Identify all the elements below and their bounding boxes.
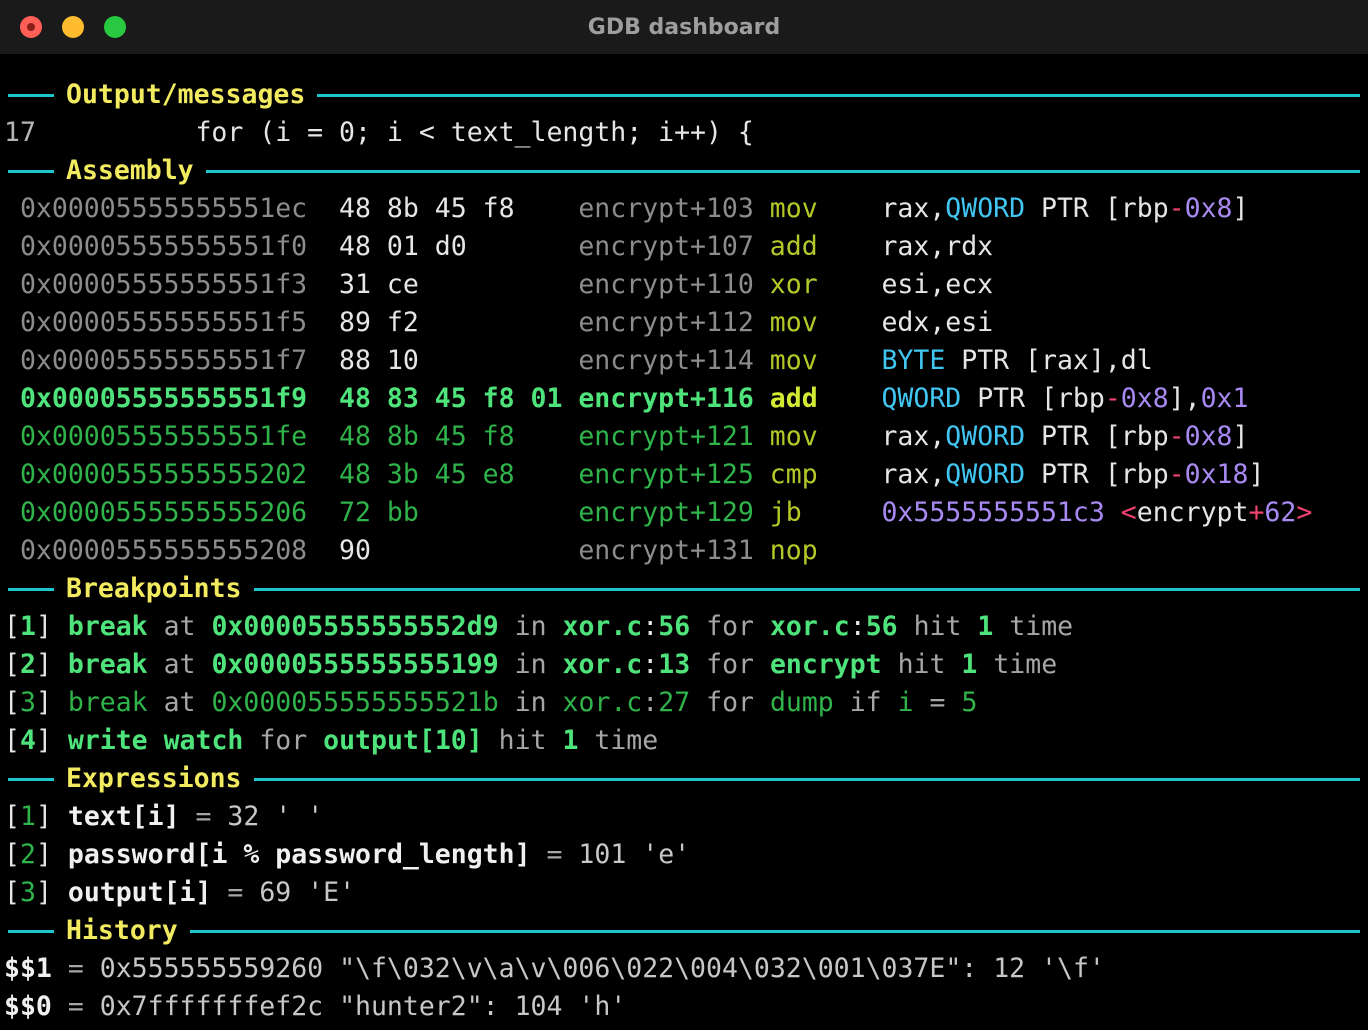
section-header-breakpoints: Breakpoints	[4, 570, 1360, 608]
divider-line	[317, 94, 1360, 97]
assembly-row: 0x00005555555551f331 ceencrypt+110xoresi…	[4, 266, 1360, 304]
divider-line	[206, 170, 1360, 173]
divider-line	[8, 588, 54, 591]
assembly-row: 0x00005555555551f048 01 d0encrypt+107add…	[4, 228, 1360, 266]
breakpoint-row: [1] break at 0x00005555555552d9 in xor.c…	[4, 608, 1360, 646]
expressions-rows: [1] text[i] = 32 ' '[2] password[i % pas…	[4, 798, 1360, 912]
section-header-output: Output/messages	[4, 76, 1360, 114]
section-title: Expressions	[66, 760, 242, 798]
section-header-history: History	[4, 912, 1360, 950]
terminal-window: GDB dashboard Output/messages 17 for (i …	[0, 0, 1368, 1030]
assembly-row: 0x000055555555520248 3b 45 e8encrypt+125…	[4, 456, 1360, 494]
assembly-row: 0x00005555555551ec48 8b 45 f8encrypt+103…	[4, 190, 1360, 228]
assembly-row: 0x00005555555551f948 83 45 f8 01encrypt+…	[4, 380, 1360, 418]
section-title: Output/messages	[66, 76, 305, 114]
assembly-row: 0x00005555555551fe48 8b 45 f8encrypt+121…	[4, 418, 1360, 456]
window-title: GDB dashboard	[0, 15, 1368, 40]
expression-row: [3] output[i] = 69 'E'	[4, 874, 1360, 912]
expression-row: [1] text[i] = 32 ' '	[4, 798, 1360, 836]
assembly-row: 0x000055555555520890encrypt+131nop	[4, 532, 1360, 570]
section-title: History	[66, 912, 178, 950]
divider-line	[190, 930, 1360, 933]
title-bar: GDB dashboard	[0, 0, 1368, 54]
breakpoint-row: [2] break at 0x0000555555555199 in xor.c…	[4, 646, 1360, 684]
breakpoints-rows: [1] break at 0x00005555555552d9 in xor.c…	[4, 608, 1360, 760]
section-title: Assembly	[66, 152, 194, 190]
history-row: $$0 = 0x7fffffffef2c "hunter2": 104 'h'	[4, 988, 1360, 1026]
expression-row: [2] password[i % password_length] = 101 …	[4, 836, 1360, 874]
section-header-assembly: Assembly	[4, 152, 1360, 190]
divider-line	[254, 588, 1361, 591]
section-title: Breakpoints	[66, 570, 242, 608]
assembly-rows: 0x00005555555551ec48 8b 45 f8encrypt+103…	[4, 190, 1360, 570]
divider-line	[8, 170, 54, 173]
divider-line	[8, 930, 54, 933]
divider-line	[8, 94, 54, 97]
divider-line	[8, 778, 54, 781]
assembly-row: 0x000055555555520672 bbencrypt+129jb0x55…	[4, 494, 1360, 532]
source-code: for (i = 0; i < text_length; i++) {	[36, 117, 754, 148]
breakpoint-row: [3] break at 0x000055555555521b in xor.c…	[4, 684, 1360, 722]
history-rows: $$1 = 0x555555559260 "\f\032\v\a\v\006\0…	[4, 950, 1360, 1026]
breakpoint-row: [4] write watch for output[10] hit 1 tim…	[4, 722, 1360, 760]
source-line-number: 17	[4, 117, 36, 148]
assembly-row: 0x00005555555551f589 f2encrypt+112movedx…	[4, 304, 1360, 342]
assembly-row: 0x00005555555551f788 10encrypt+114movBYT…	[4, 342, 1360, 380]
terminal-body[interactable]: Output/messages 17 for (i = 0; i < text_…	[0, 54, 1368, 1026]
divider-line	[254, 778, 1361, 781]
history-row: $$1 = 0x555555559260 "\f\032\v\a\v\006\0…	[4, 950, 1360, 988]
source-line: 17 for (i = 0; i < text_length; i++) {	[4, 114, 1360, 152]
section-header-expressions: Expressions	[4, 760, 1360, 798]
